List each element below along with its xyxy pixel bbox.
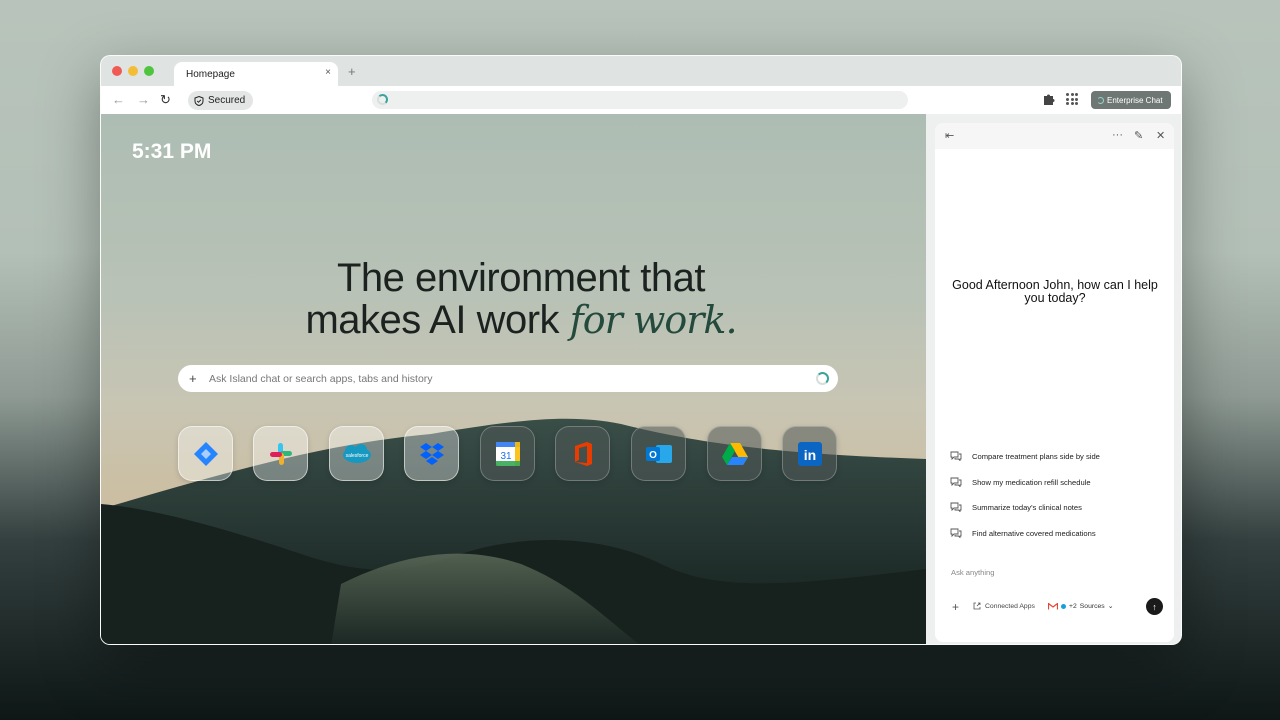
chat-bubble-icon: [950, 477, 962, 487]
linkedin-icon: in: [797, 441, 822, 466]
headline-line-2: makes AI work for work.: [221, 299, 821, 341]
connected-apps-button[interactable]: Connected Apps: [973, 602, 1035, 610]
sources-label: Sources: [1079, 602, 1105, 610]
toolbar: ← → ↻ Secured Enterprise Chat: [101, 86, 1181, 114]
tab-strip: Homepage × +: [101, 56, 1181, 86]
sources-dropdown[interactable]: +2 Sources ⌄: [1048, 602, 1113, 610]
suggestion-item[interactable]: Find alternative covered medications: [950, 528, 1096, 538]
chat-panel-header: ⇤ ··· ✎ ✕: [935, 123, 1174, 149]
apps-grid-icon[interactable]: [1066, 93, 1078, 105]
search-placeholder: Ask Island chat or search apps, tabs and…: [209, 372, 433, 385]
enterprise-chat-label: Enterprise Chat: [1107, 95, 1163, 105]
close-window-button[interactable]: [112, 66, 122, 76]
maximize-window-button[interactable]: [144, 66, 154, 76]
app-linkedin[interactable]: in: [782, 426, 837, 481]
salesforce-icon: salesforce: [342, 443, 371, 463]
chat-input-toolbar: + Connected Apps +2 Sources ⌄ ↑: [935, 596, 1174, 616]
tab-close-icon[interactable]: ×: [325, 67, 331, 78]
linkedin-letters: in: [803, 447, 815, 463]
search-loading-icon: [816, 372, 829, 385]
chevron-down-icon: ⌄: [1107, 603, 1114, 610]
secured-label: Secured: [208, 95, 246, 106]
slack-icon: [269, 442, 292, 465]
chat-greeting: Good Afternoon John, how can I help you …: [952, 278, 1158, 305]
browser-window: Homepage × + ← → ↻ Secured Enterprise Ch…: [100, 55, 1182, 645]
suggestion-label: Find alternative covered medications: [972, 528, 1096, 538]
salesforce-label: salesforce: [345, 453, 368, 459]
tab-homepage[interactable]: Homepage ×: [174, 62, 338, 86]
dropbox-icon: [419, 442, 444, 465]
headline-line-2-text: makes AI work: [305, 298, 570, 342]
extensions-puzzle-icon[interactable]: [1042, 92, 1056, 106]
page-headline: The environment that makes AI work for w…: [221, 257, 821, 341]
app-jira[interactable]: [178, 426, 233, 481]
suggestion-label: Summarize today's clinical notes: [972, 502, 1082, 512]
secured-badge[interactable]: Secured: [188, 91, 254, 110]
chat-bubble-icon: [950, 502, 962, 512]
send-button[interactable]: ↑: [1146, 598, 1163, 615]
reload-button[interactable]: ↻: [160, 92, 171, 108]
add-icon[interactable]: +: [189, 371, 209, 386]
google-calendar-icon: 31: [495, 441, 520, 466]
more-options-icon[interactable]: ···: [1112, 129, 1123, 141]
app-google-drive[interactable]: [707, 426, 762, 481]
google-drive-icon: [721, 442, 748, 465]
minimize-window-button[interactable]: [128, 66, 138, 76]
enterprise-chat-button[interactable]: Enterprise Chat: [1091, 91, 1171, 109]
tab-title: Homepage: [186, 68, 235, 80]
chat-panel: ⇤ ··· ✎ ✕ Good Afternoon John, how can I…: [935, 123, 1174, 642]
back-button[interactable]: ←: [112, 92, 125, 107]
chat-bubble-icon: [950, 528, 962, 538]
address-bar[interactable]: [372, 91, 908, 109]
calendar-date-label: 31: [500, 451, 512, 462]
source-app-icon: [1061, 603, 1066, 609]
jira-icon: [193, 441, 218, 466]
clock: 5:31 PM: [132, 140, 212, 163]
outlook-letter: O: [649, 450, 657, 461]
app-outlook[interactable]: O: [631, 426, 686, 481]
external-link-icon: [973, 602, 981, 610]
suggestion-item[interactable]: Show my medication refill schedule: [950, 477, 1091, 487]
outlook-icon: O: [645, 444, 672, 463]
new-chat-edit-icon[interactable]: ✎: [1134, 129, 1143, 142]
forward-button[interactable]: →: [137, 92, 150, 107]
app-google-calendar[interactable]: 31: [480, 426, 535, 481]
suggestion-item[interactable]: Summarize today's clinical notes: [950, 502, 1082, 512]
suggestion-item[interactable]: Compare treatment plans side by side: [950, 451, 1100, 461]
gmail-icon: [1048, 602, 1058, 609]
loading-spinner-icon: [377, 94, 388, 105]
suggestion-label: Show my medication refill schedule: [972, 477, 1091, 487]
new-tab-button[interactable]: +: [348, 64, 356, 79]
homepage-content: 5:31 PM The environment that makes AI wo…: [101, 114, 926, 644]
shield-icon: [194, 95, 204, 106]
app-dropbox[interactable]: [404, 426, 459, 481]
office-icon: [574, 441, 592, 466]
suggestion-label: Compare treatment plans side by side: [972, 451, 1100, 461]
app-slack[interactable]: [253, 426, 308, 481]
headline-italic: for work.: [569, 298, 738, 342]
connected-apps-label: Connected Apps: [985, 602, 1035, 610]
app-salesforce[interactable]: salesforce: [329, 426, 384, 481]
chat-input[interactable]: Ask anything: [951, 568, 994, 577]
home-search-bar[interactable]: + Ask Island chat or search apps, tabs a…: [178, 365, 838, 392]
add-attachment-button[interactable]: +: [952, 600, 959, 614]
headline-line-1: The environment that: [337, 256, 706, 300]
close-panel-icon[interactable]: ✕: [1156, 129, 1165, 142]
chat-sidebar: ⇤ ··· ✎ ✕ Good Afternoon John, how can I…: [926, 114, 1181, 644]
chat-status-icon: [1097, 96, 1104, 104]
sources-count: +2: [1069, 602, 1077, 610]
collapse-sidebar-icon[interactable]: ⇤: [945, 129, 954, 142]
app-office[interactable]: [555, 426, 610, 481]
chat-bubble-icon: [950, 451, 962, 461]
